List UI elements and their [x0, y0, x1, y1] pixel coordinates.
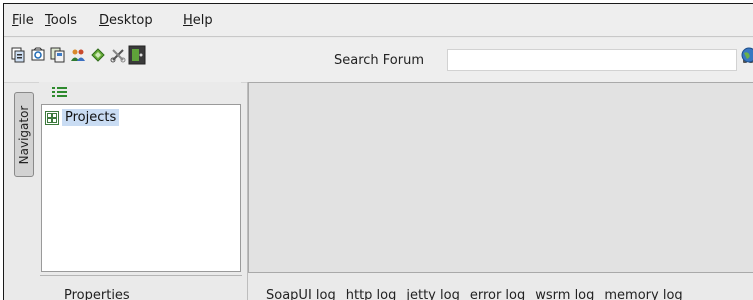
menu-file[interactable]: File [12, 13, 34, 28]
menu-tools[interactable]: Tools [45, 13, 77, 28]
project-tree[interactable]: Projects [41, 104, 241, 272]
import-project-icon[interactable] [30, 47, 46, 63]
tab-wsrm-log[interactable]: wsrm log [535, 288, 594, 300]
properties-divider[interactable] [40, 275, 242, 276]
navigator-tab-label: Navigator [17, 105, 31, 164]
navigator-panel: Projects [39, 82, 241, 272]
search-forum-input[interactable] [447, 49, 737, 71]
menu-help-mnemonic: H [183, 13, 193, 28]
save-all-icon[interactable] [50, 47, 66, 63]
app-window: File Tools Desktop Help Search Forum Nav… [3, 3, 753, 300]
menu-file-label: ile [18, 13, 34, 28]
desktop-area [248, 82, 753, 273]
toolbar: Search Forum [4, 38, 753, 83]
refresh-icon[interactable] [90, 47, 106, 63]
navigator-tab[interactable]: Navigator [14, 92, 34, 177]
tools-icon[interactable] [110, 47, 126, 63]
tree-item-projects[interactable]: Projects [45, 109, 120, 126]
globe-icon[interactable] [741, 47, 753, 63]
tab-memory-log[interactable]: memory log [604, 288, 682, 300]
tab-http-log[interactable]: http log [346, 288, 397, 300]
properties-tab[interactable]: Properties [64, 288, 130, 300]
tree-view-icon[interactable] [52, 86, 68, 98]
search-forum-label: Search Forum [334, 53, 425, 68]
menu-desktop-mnemonic: D [99, 13, 110, 28]
new-project-icon[interactable] [10, 47, 26, 63]
menu-bar: File Tools Desktop Help [4, 4, 753, 37]
log-tab-bar: SoapUI log http log jetty log error log … [266, 288, 693, 300]
projects-folder-icon [45, 110, 59, 125]
tab-error-log[interactable]: error log [470, 288, 525, 300]
preferences-icon[interactable] [70, 47, 86, 63]
tree-item-label: Projects [62, 109, 120, 126]
exit-icon[interactable] [128, 45, 146, 65]
tab-jetty-log[interactable]: jetty log [406, 288, 459, 300]
tab-soapui-log[interactable]: SoapUI log [266, 288, 336, 300]
menu-help[interactable]: Help [183, 13, 213, 28]
menu-desktop[interactable]: Desktop [99, 13, 153, 28]
